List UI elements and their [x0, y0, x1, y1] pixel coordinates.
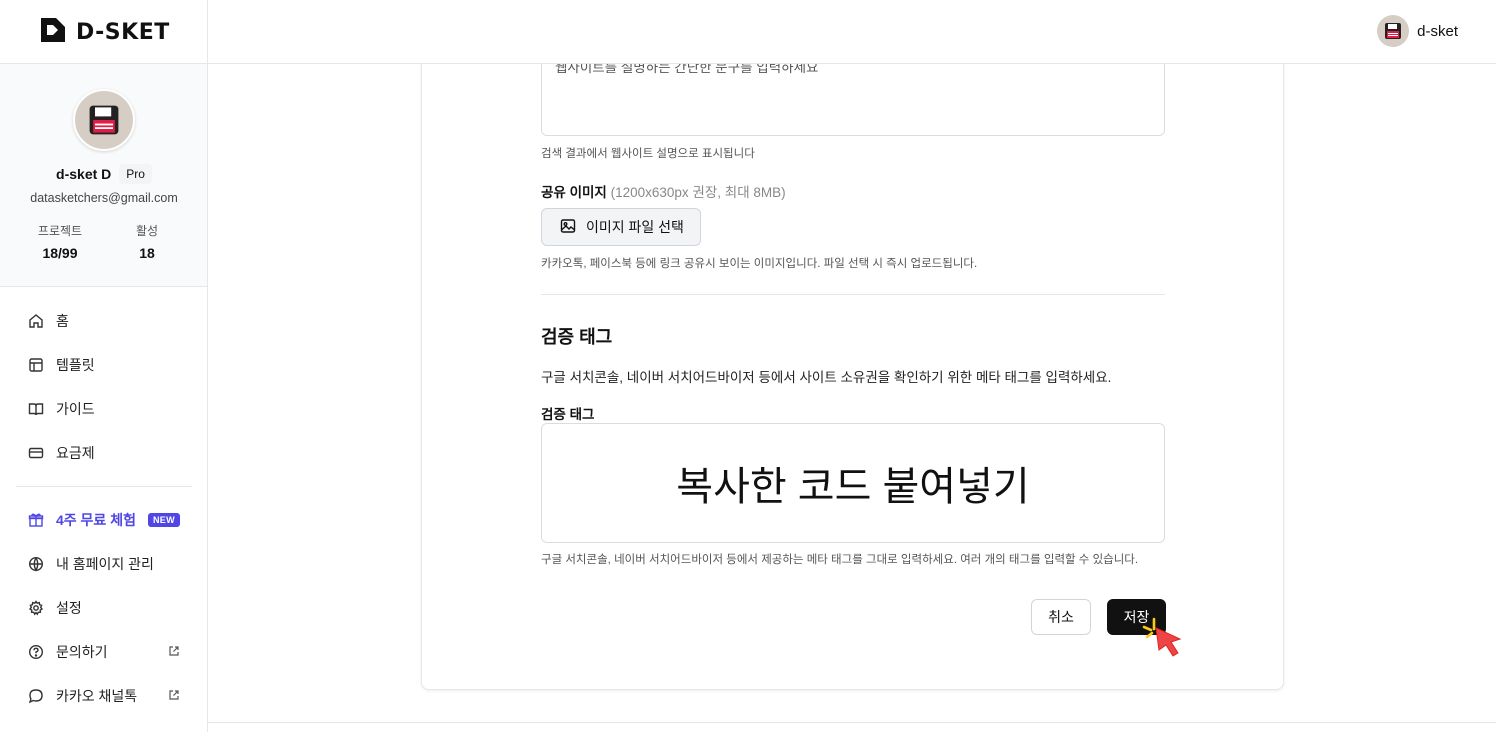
sidebar-item-label: 요금제 [56, 445, 95, 461]
select-image-button-label: 이미지 파일 선택 [586, 219, 684, 235]
verification-section-description: 구글 서치콘솔, 네이버 서치어드바이저 등에서 사이트 소유권을 확인하기 위… [541, 370, 1112, 385]
new-badge: NEW [147, 513, 180, 527]
external-link-icon [168, 644, 180, 660]
home-icon [28, 313, 44, 329]
stat-value: 18 [139, 245, 155, 261]
logo[interactable]: D-SKET [38, 16, 170, 48]
header-divider [207, 0, 208, 64]
description-textarea[interactable]: 웹사이트를 설명하는 간단한 문구를 입력하세요 [541, 64, 1165, 136]
gift-icon [28, 512, 44, 528]
book-icon [28, 401, 44, 417]
sidebar-item-label: 홈 [56, 313, 69, 329]
sidebar-item-label: 문의하기 [56, 644, 108, 660]
stat-active: 활성 18 [107, 222, 187, 261]
profile-email: datasketchers@gmail.com [30, 191, 178, 205]
sidebar-item-contact[interactable]: 문의하기 [16, 630, 192, 674]
help-icon [28, 644, 44, 660]
select-image-button[interactable]: 이미지 파일 선택 [541, 208, 701, 246]
sidebar-item-label: 설정 [56, 600, 82, 616]
sidebar-nav: 홈 템플릿 가이드 요금제 4주 무료 체험 NEW 내 홈페이지 관리 설정 … [16, 299, 192, 718]
sidebar-item-label: 내 홈페이지 관리 [56, 556, 154, 572]
logo-text: D-SKET [76, 19, 170, 45]
footer-divider [208, 722, 1496, 723]
verification-tag-label: 검증 태그 [541, 407, 595, 422]
avatar [73, 89, 135, 151]
share-image-label-text: 공유 이미지 [541, 185, 607, 200]
sidebar-item-my-homepage[interactable]: 내 홈페이지 관리 [16, 542, 192, 586]
logo-icon [38, 15, 68, 50]
stat-projects: 프로젝트 18/99 [20, 222, 100, 261]
floppy-icon [1385, 23, 1402, 39]
sidebar-item-settings[interactable]: 설정 [16, 586, 192, 630]
top-header: D-SKET d-sket [0, 0, 1496, 64]
chat-icon [28, 688, 44, 704]
template-icon [28, 357, 44, 373]
sidebar-item-templates[interactable]: 템플릿 [16, 343, 192, 387]
plan-badge: Pro [119, 164, 152, 184]
click-flash-icon [1142, 617, 1156, 639]
profile-name: d-sket D [56, 166, 112, 182]
share-image-label-sub: (1200x630px 권장, 최대 8MB) [610, 185, 786, 200]
profile-card: d-sket D Pro datasketchers@gmail.com 프로젝… [0, 64, 207, 287]
card-icon [28, 445, 44, 461]
stat-label: 활성 [135, 224, 159, 238]
sidebar-item-label: 카카오 채널톡 [56, 688, 138, 704]
stat-label: 프로젝트 [37, 224, 83, 238]
verification-tag-textarea[interactable]: 복사한 코드 붙여넣기 [541, 423, 1165, 543]
description-placeholder: 웹사이트를 설명하는 간단한 문구를 입력하세요 [555, 64, 819, 75]
gear-icon [28, 600, 44, 616]
external-link-icon [168, 688, 180, 704]
header-user-name: d-sket [1417, 22, 1458, 40]
description-help: 검색 결과에서 웹사이트 설명으로 표시됩니다 [541, 148, 755, 160]
floppy-icon [89, 105, 119, 135]
share-image-help: 카카오톡, 페이스북 등에 링크 공유시 보이는 이미지입니다. 파일 선택 시… [541, 258, 978, 270]
share-image-label: 공유 이미지 (1200x630px 권장, 최대 8MB) [541, 181, 786, 201]
sidebar-item-home[interactable]: 홈 [16, 299, 192, 343]
image-icon [560, 218, 576, 237]
profile-name-row: d-sket D Pro [0, 164, 208, 184]
sidebar-item-label: 가이드 [56, 401, 95, 417]
settings-card: 웹사이트를 설명하는 간단한 문구를 입력하세요 검색 결과에서 웹사이트 설명… [421, 64, 1284, 690]
pointer-cursor-icon [1140, 613, 1196, 670]
header-user-menu[interactable]: d-sket [1377, 15, 1458, 47]
verification-section-title: 검증 태그 [541, 327, 613, 347]
sidebar-item-pricing[interactable]: 요금제 [16, 431, 192, 475]
nav-divider [16, 486, 192, 487]
sidebar-item-free-trial[interactable]: 4주 무료 체험 NEW [16, 498, 192, 542]
avatar [1377, 15, 1410, 47]
sidebar-item-guide[interactable]: 가이드 [16, 387, 192, 431]
verification-tag-help: 구글 서치콘솔, 네이버 서치어드바이저 등에서 제공하는 메타 태그를 그대로… [541, 554, 1139, 566]
cancel-button[interactable]: 취소 [1031, 599, 1091, 635]
stat-value: 18/99 [42, 245, 78, 261]
sidebar-item-kakao-channel[interactable]: 카카오 채널톡 [16, 674, 192, 718]
sidebar-item-label: 4주 무료 체험 [56, 512, 136, 528]
section-divider [541, 294, 1165, 295]
sidebar-item-label: 템플릿 [56, 357, 95, 373]
globe-icon [28, 556, 44, 572]
main-content: 웹사이트를 설명하는 간단한 문구를 입력하세요 검색 결과에서 웹사이트 설명… [208, 64, 1496, 732]
sidebar: d-sket D Pro datasketchers@gmail.com 프로젝… [0, 64, 208, 732]
